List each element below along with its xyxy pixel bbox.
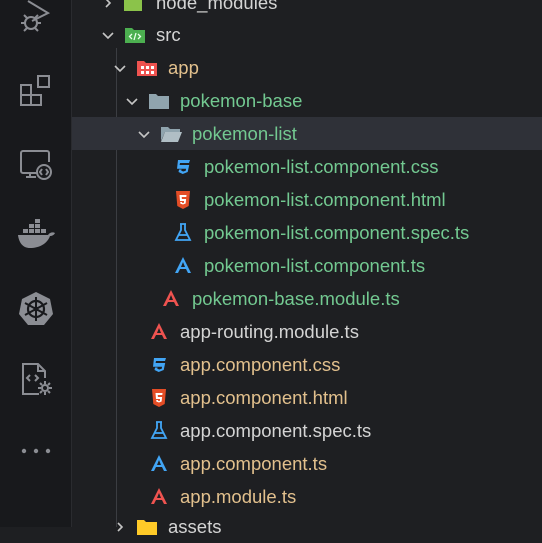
angular-icon (148, 486, 170, 508)
tree-item-file[interactable]: app.component.ts (72, 447, 542, 480)
tree-item-pokemon-list[interactable]: pokemon-list (72, 117, 542, 150)
tree-item-label: app.module.ts (180, 486, 297, 507)
tree-item-label: pokemon-list.component.spec.ts (204, 222, 470, 243)
tree-item-src[interactable]: src (72, 18, 542, 51)
tree-item-file[interactable]: app.component.html (72, 381, 542, 414)
app-folder-icon (136, 57, 158, 79)
tree-item-file[interactable]: app-routing.module.ts (72, 315, 542, 348)
src-folder-icon (124, 24, 146, 46)
chevron-down-icon (136, 117, 152, 150)
chevron-down-icon (100, 18, 116, 51)
tree-item-file[interactable]: app.module.ts (72, 480, 542, 513)
remote-explorer-icon[interactable] (16, 144, 56, 184)
tree-item-label: pokemon-base.module.ts (192, 288, 400, 309)
tree-item-label: app (168, 57, 199, 78)
tree-item-label: app.component.spec.ts (180, 420, 372, 441)
tree-item-label: app.component.html (180, 387, 348, 408)
tree-item-label: pokemon-list.component.ts (204, 255, 426, 276)
angular-icon (160, 288, 182, 310)
tree-item-label: app.component.ts (180, 453, 328, 474)
chevron-down-icon (112, 51, 128, 84)
run-debug-icon[interactable] (16, 0, 56, 36)
angular-component-icon (172, 255, 194, 277)
tree-item-label: app.component.css (180, 354, 341, 375)
test-flask-icon (148, 420, 170, 442)
assets-folder-icon (136, 516, 158, 538)
kubernetes-icon[interactable] (16, 289, 56, 329)
html-icon (172, 189, 194, 211)
folder-icon (148, 90, 170, 112)
tree-item-app[interactable]: app (72, 51, 542, 84)
more-icon[interactable] (16, 431, 56, 471)
file-gear-icon[interactable] (16, 359, 56, 399)
tree-item-label: node_modules (156, 0, 278, 13)
angular-icon (148, 321, 170, 343)
folder-open-icon (160, 123, 182, 145)
chevron-right-icon (100, 0, 116, 19)
tree-item-label: src (156, 24, 181, 45)
tree-item-file[interactable]: pokemon-list.component.ts (72, 249, 542, 282)
tree-item-file[interactable]: pokemon-list.component.spec.ts (72, 216, 542, 249)
tree-item-file[interactable]: pokemon-list.component.html (72, 183, 542, 216)
docker-icon[interactable] (16, 214, 56, 254)
test-flask-icon (172, 222, 194, 244)
tree-item-file[interactable]: app.component.css (72, 348, 542, 381)
tree-item-file[interactable]: pokemon-list.component.css (72, 150, 542, 183)
angular-component-icon (148, 453, 170, 475)
tree-item-label: pokemon-base (180, 90, 303, 111)
extensions-icon[interactable] (16, 71, 56, 111)
chevron-down-icon (124, 84, 140, 117)
tree-item-file[interactable]: app.component.spec.ts (72, 414, 542, 447)
tree-item-label: pokemon-list.component.css (204, 156, 439, 177)
node-modules-folder-icon (122, 0, 144, 14)
tree-item-file[interactable]: pokemon-base.module.ts (72, 282, 542, 315)
tree-item-label: pokemon-list.component.html (204, 189, 446, 210)
tree-item-label: pokemon-list (192, 123, 297, 144)
css-icon (148, 354, 170, 376)
html-icon (148, 387, 170, 409)
explorer-tree: node_modules src app pokemon-base pokemo… (72, 0, 542, 537)
tree-item-node-modules[interactable]: node_modules (72, 0, 542, 19)
activity-bar (0, 0, 72, 527)
tree-item-pokemon-base[interactable]: pokemon-base (72, 84, 542, 117)
css-icon (172, 156, 194, 178)
tree-item-label: app-routing.module.ts (180, 321, 359, 342)
